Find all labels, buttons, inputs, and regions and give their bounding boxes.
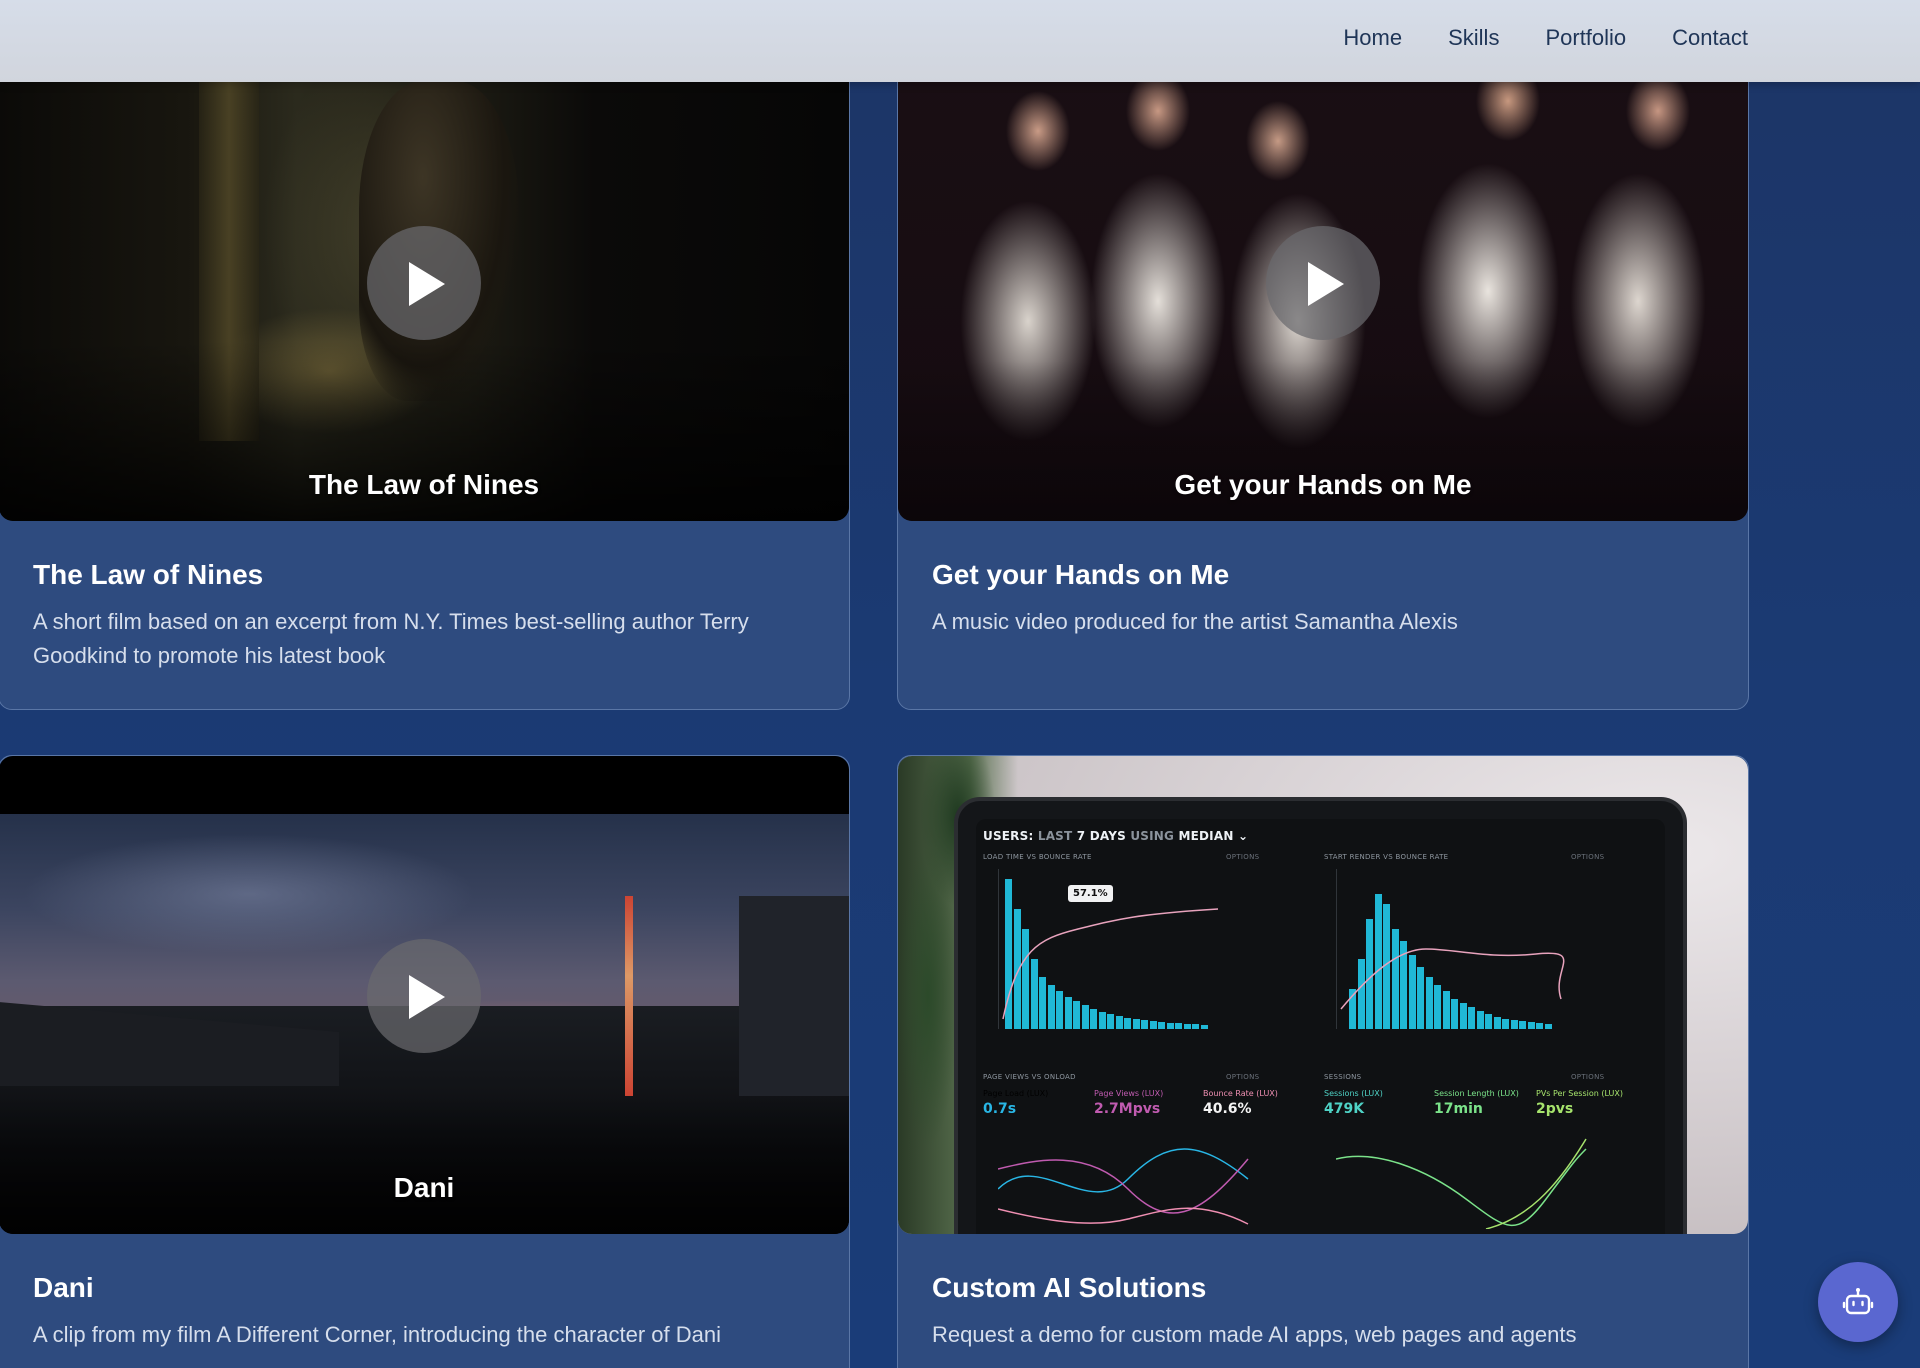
nav-contact-link[interactable]: Contact — [1672, 25, 1748, 51]
card-description: A short film based on an excerpt from N.… — [33, 609, 749, 668]
nav-skills-link[interactable]: Skills — [1448, 25, 1499, 51]
nav-home-link[interactable]: Home — [1343, 25, 1402, 51]
card-title: Custom AI Solutions — [932, 1272, 1207, 1303]
metric-label: Session Length (LUX) — [1434, 1089, 1519, 1098]
metric-value: 479K — [1324, 1101, 1365, 1117]
play-button[interactable] — [367, 226, 481, 340]
play-button[interactable] — [1266, 226, 1380, 340]
panel-title: START RENDER VS BOUNCE RATE — [1324, 853, 1449, 861]
panel-title: LOAD TIME VS BOUNCE RATE — [983, 853, 1092, 861]
video-thumbnail[interactable]: Get your Hands on Me — [898, 21, 1748, 521]
metric-value: 2pvs — [1536, 1101, 1574, 1117]
dashboard-screen: USERS: LAST 7 DAYS USING MEDIAN ⌄ LOAD T… — [976, 819, 1665, 1234]
portfolio-card-dani[interactable]: Dani Dani A clip from my film A Differen… — [0, 755, 850, 1368]
ai-assistant-button[interactable] — [1818, 1262, 1898, 1342]
portfolio-card-law-of-nines[interactable]: The Law of Nines The Law of Nines A shor… — [0, 20, 850, 710]
video-overlay-title: The Law of Nines — [308, 469, 540, 500]
play-button[interactable] — [367, 939, 481, 1053]
video-overlay-title: Dani — [393, 1172, 455, 1203]
options-label: OPTIONS — [1571, 853, 1605, 861]
portfolio-card-hands-on-me[interactable]: Get your Hands on Me Get your Hands on M… — [897, 20, 1749, 710]
play-icon — [409, 262, 445, 306]
nav-portfolio-link[interactable]: Portfolio — [1545, 25, 1626, 51]
metric-value: 40.6% — [1203, 1101, 1252, 1117]
metric-label: Bounce Rate (LUX) — [1203, 1089, 1278, 1098]
dashboard-heading: USERS: LAST 7 DAYS USING MEDIAN ⌄ — [983, 829, 1249, 843]
video-thumbnail[interactable]: The Law of Nines — [0, 21, 849, 521]
robot-icon — [1842, 1288, 1874, 1315]
card-description: A clip from my film A Different Corner, … — [33, 1322, 722, 1347]
portfolio-card-custom-ai[interactable]: USERS: LAST 7 DAYS USING MEDIAN ⌄ LOAD T… — [897, 755, 1749, 1368]
options-label: OPTIONS — [1226, 1073, 1260, 1081]
options-label: OPTIONS — [1571, 1073, 1605, 1081]
card-title: Get your Hands on Me — [932, 559, 1230, 590]
bounce-line — [1340, 948, 1565, 1010]
analytics-dashboard-image: USERS: LAST 7 DAYS USING MEDIAN ⌄ LOAD T… — [898, 756, 1748, 1234]
panel-title: PAGE VIEWS VS ONLOAD — [983, 1073, 1076, 1081]
video-overlay-title: Get your Hands on Me — [1174, 469, 1472, 500]
bounce-line — [1002, 908, 1219, 1020]
monitor: USERS: LAST 7 DAYS USING MEDIAN ⌄ LOAD T… — [958, 801, 1683, 1234]
analytics-thumbnail[interactable]: USERS: LAST 7 DAYS USING MEDIAN ⌄ LOAD T… — [898, 756, 1748, 1234]
metric-value: 0.7s — [983, 1101, 1017, 1117]
options-label: OPTIONS — [1226, 853, 1260, 861]
metric-label: Page Load (LUX) — [983, 1089, 1049, 1098]
panel-title: SESSIONS — [1324, 1073, 1362, 1081]
video-thumbnail[interactable]: Dani — [0, 756, 849, 1234]
trend-lines — [998, 1148, 1249, 1225]
metric-value: 2.7Mpvs — [1094, 1101, 1161, 1117]
chart-tooltip: 57.1% — [1068, 885, 1113, 902]
nav-links: Home Skills Portfolio Contact — [1343, 0, 1748, 76]
metric-label: Sessions (LUX) — [1324, 1089, 1383, 1098]
card-title: Dani — [33, 1272, 94, 1303]
metric-value: 17min — [1434, 1101, 1483, 1117]
top-navbar: Home Skills Portfolio Contact — [0, 0, 1920, 82]
metric-label: PVs Per Session (LUX) — [1536, 1089, 1624, 1098]
play-icon — [409, 975, 445, 1019]
card-description: A music video produced for the artist Sa… — [932, 609, 1458, 634]
trend-lines — [1336, 1138, 1587, 1229]
play-icon — [1308, 262, 1344, 306]
metric-label: Page Views (LUX) — [1094, 1089, 1164, 1098]
card-title: The Law of Nines — [33, 559, 264, 590]
card-description: Request a demo for custom made AI apps, … — [932, 1322, 1577, 1347]
